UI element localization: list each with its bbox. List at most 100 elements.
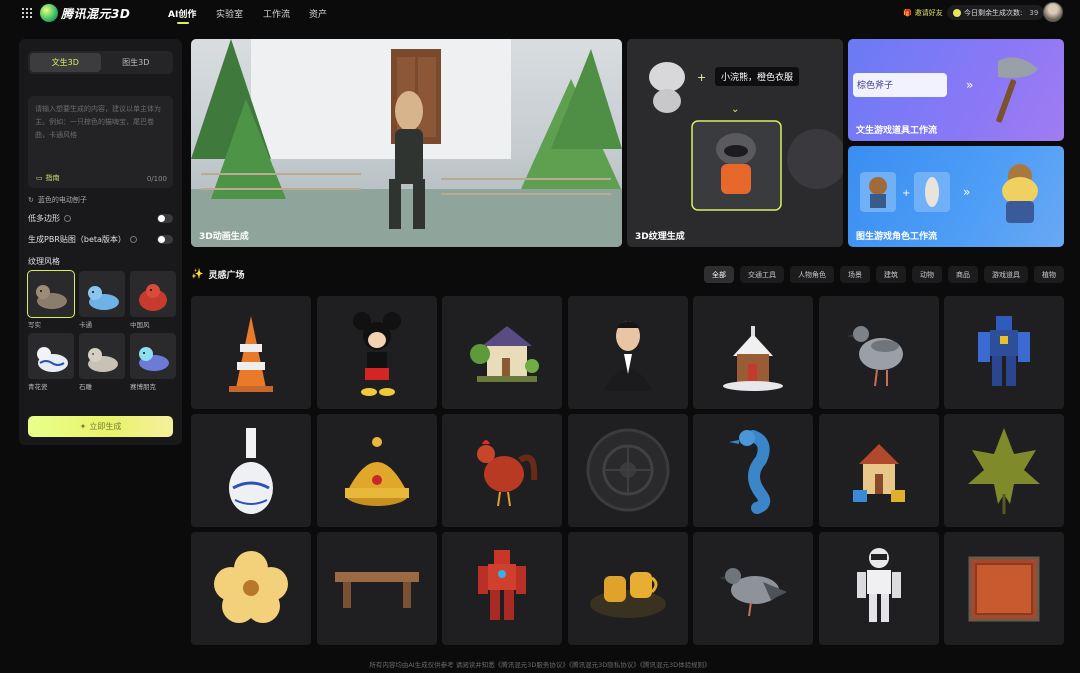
category-characters[interactable]: 人物角色 [790,266,834,283]
svg-text:»: » [966,78,973,92]
banner-3d-animation[interactable]: 3D动画生成 [191,39,622,247]
seal-thumbnail [27,270,75,318]
style-name: 青花瓷 [28,383,48,391]
refresh-icon: ↻ [28,196,34,204]
gallery-item-golden-crown[interactable] [316,414,437,527]
generate-button[interactable]: ✦ 立即生成 [28,416,173,437]
sparkle-icon: ✨ [191,269,204,280]
category-products[interactable]: 商品 [948,266,978,283]
sample-prompt-text: 蓝色的电动刨子 [37,196,87,204]
style-name: 写实 [28,321,41,329]
gallery-item-carved-disc[interactable] [567,414,688,527]
style-option-cyberpunk[interactable]: 赛博朋克 [130,333,176,391]
style-name: 中国风 [130,321,150,329]
nav-active-indicator [177,22,189,24]
gallery-item-white-robot[interactable] [818,532,939,645]
gallery-item-porcelain-vase[interactable] [191,414,311,527]
seal-thumbnail [130,271,176,317]
pbr-option: 生成PBR贴图（beta版本） [28,234,173,245]
generate-label: 立即生成 [89,422,122,431]
svg-text:»: » [963,185,970,199]
invite-friends-link[interactable]: 🎁 邀请好友 [903,8,943,18]
category-all[interactable]: 全部 [704,266,734,283]
category-scenes[interactable]: 场景 [840,266,870,283]
user-avatar[interactable] [1043,2,1063,22]
gallery-item-maple-leaf[interactable] [944,414,1064,527]
info-icon[interactable] [64,215,71,222]
category-filters: 全部 交通工具 人物角色 场景 建筑 动物 商品 游戏道具 植物 [704,266,1064,283]
tab-text-to-3d[interactable]: 文生3D [30,53,101,72]
char-counter: 0/100 [146,175,167,183]
style-option-porcelain[interactable]: 青花瓷 [28,333,74,391]
gallery-item-toy-house[interactable] [818,414,939,527]
animation-scene-illustration [191,39,622,247]
banner-title: 图生游戏角色工作流 [856,232,938,242]
style-name: 石雕 [79,383,92,391]
seal-thumbnail [79,333,125,379]
gallery-item-rooster[interactable] [442,414,562,527]
nav-assets[interactable]: 资产 [309,7,327,20]
gallery-item-pigeon[interactable] [818,296,939,409]
inspiration-gallery [191,296,1064,645]
nav-ai-create[interactable]: AI创作 [168,7,196,20]
style-option-chinese[interactable]: 中国风 [130,271,176,329]
style-name: 赛博朋克 [130,383,156,391]
brand-name: 腾讯混元3D [61,7,131,21]
texture-prompt-chip: 小浣熊，橙色衣服 [715,67,800,86]
pbr-toggle[interactable] [157,235,173,244]
prompt-input[interactable]: 请输入想要生成的内容，建议以单主体为主。例如：一只棕色的猫嗨宝，尾巴卷曲，卡通风… [28,96,173,188]
seal-thumbnail [130,333,176,379]
banner-3d-texture[interactable]: + ⌄ 小浣熊，橙色衣服 3D纹理生成 [627,39,843,247]
banner-title: 3D纹理生成 [635,232,685,242]
bolt-icon [953,8,961,17]
guide-link[interactable]: ▭ 指南 [36,173,60,183]
banner-text-to-prop-workflow[interactable]: » 棕色斧子 文生游戏道具工作流 [848,39,1064,141]
style-option-cartoon[interactable]: 卡通 [79,271,125,329]
pbr-label: 生成PBR贴图（beta版本） [28,235,126,244]
texture-style-title: 纹理风格 [28,257,60,266]
info-icon[interactable] [129,236,137,243]
gallery-item-yellow-flower[interactable] [191,532,311,645]
guide-label: 指南 [45,174,60,182]
top-bar: 腾讯混元3D AI创作 实验室 工作流 资产 🎁 邀请好友 今日剩余生成次数: … [0,0,1080,26]
gallery-item-seahorse[interactable] [693,414,813,527]
svg-text:⌄: ⌄ [731,104,739,115]
book-icon: ▭ [36,174,43,182]
footer-disclaimer: 所有内容均由AI生成仅供参考 请阅读并知悉《腾讯混元3D服务协议》《腾讯混元3D… [369,661,711,669]
gallery-item-teacups-tray[interactable] [567,532,688,645]
category-vehicles[interactable]: 交通工具 [740,266,784,283]
category-architecture[interactable]: 建筑 [876,266,906,283]
gallery-item-cottage[interactable] [442,296,562,409]
category-game-props[interactable]: 游戏道具 [984,266,1028,283]
gallery-item-mickey-figure[interactable] [316,296,437,409]
category-animals[interactable]: 动物 [912,266,942,283]
low-poly-label: 低多边形 [28,214,60,223]
style-option-stone[interactable]: 石雕 [79,333,125,391]
sample-prompt[interactable]: ↻ 蓝色的电动刨子 [28,195,87,205]
inspiration-title-text: 灵感广场 [208,271,245,281]
mode-tabs: 文生3D 图生3D [28,51,173,74]
remaining-count: 39 [1029,8,1039,17]
gallery-item-traffic-cone[interactable] [191,296,311,409]
category-plants[interactable]: 植物 [1034,266,1064,283]
gallery-item-ornate-box[interactable] [944,532,1064,645]
svg-text:+: + [902,188,910,199]
low-poly-toggle[interactable] [157,214,173,223]
generation-panel: 文生3D 图生3D 请输入想要生成的内容，建议以单主体为主。例如：一只棕色的猫嗨… [19,39,182,445]
style-option-realistic[interactable]: 写实 [27,270,75,329]
gallery-item-mech-robot[interactable] [944,296,1064,409]
prop-prompt: 棕色斧子 [857,81,894,91]
tab-image-to-3d[interactable]: 图生3D [101,53,172,72]
nav-workflow[interactable]: 工作流 [263,7,290,20]
gallery-item-snow-cabin[interactable] [693,296,813,409]
nav-lab[interactable]: 实验室 [216,7,243,20]
gallery-item-wooden-bench[interactable] [316,532,437,645]
gallery-item-pigeon-2[interactable] [693,532,813,645]
banner-title: 文生游戏道具工作流 [856,126,938,136]
gallery-item-businessman-bust[interactable] [567,296,688,409]
gallery-item-red-robot[interactable] [442,532,562,645]
seal-thumbnail [28,333,74,379]
apps-grid-icon[interactable] [22,8,32,18]
banner-image-to-character-workflow[interactable]: + » 图生游戏角色工作流 [848,146,1064,247]
seal-thumbnail [79,271,125,317]
